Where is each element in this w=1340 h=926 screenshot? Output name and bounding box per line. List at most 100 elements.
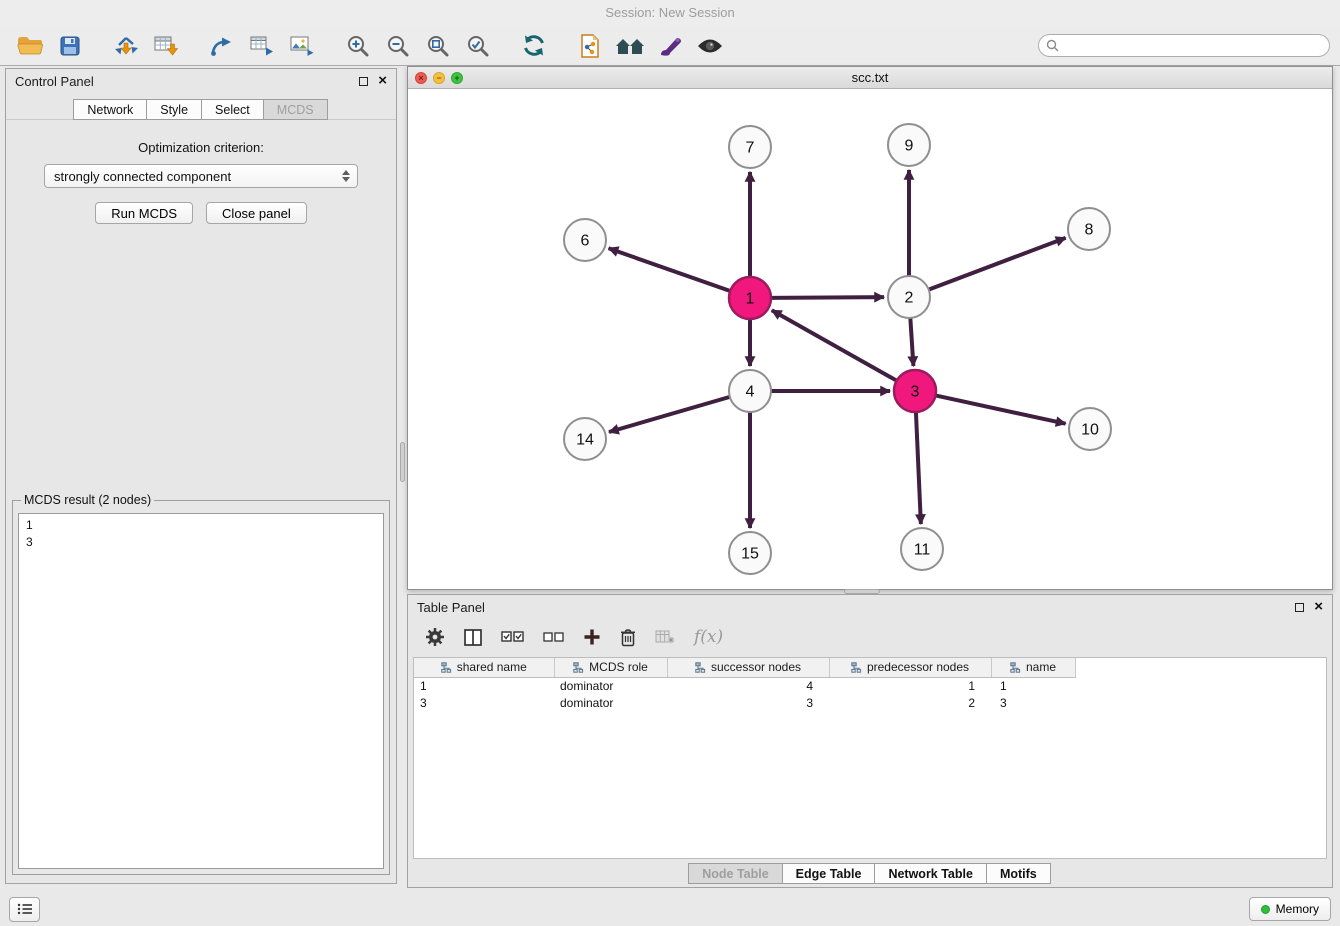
function-builder-button[interactable]: f(x) bbox=[694, 627, 723, 647]
column-header-mcds-role[interactable]: MCDS role bbox=[554, 658, 667, 677]
close-panel-icon[interactable]: × bbox=[378, 75, 387, 87]
network-document-button[interactable] bbox=[570, 29, 610, 63]
vertical-splitter-handle[interactable] bbox=[400, 442, 405, 482]
add-column-button[interactable] bbox=[583, 628, 601, 646]
table-cell[interactable]: 1 bbox=[991, 677, 1075, 694]
zoom-in-button[interactable] bbox=[338, 29, 378, 63]
edge-3-1[interactable] bbox=[772, 310, 897, 380]
column-header-predecessor-nodes[interactable]: predecessor nodes bbox=[829, 658, 991, 677]
memory-button[interactable]: Memory bbox=[1249, 897, 1331, 921]
table-row[interactable]: 1dominator411 bbox=[414, 677, 1075, 694]
table-cell[interactable]: dominator bbox=[554, 677, 667, 694]
refresh-view-button[interactable] bbox=[514, 29, 554, 63]
table-cell[interactable]: 3 bbox=[667, 694, 829, 711]
show-panels-button[interactable] bbox=[9, 897, 40, 922]
float-panel-icon[interactable] bbox=[359, 77, 368, 86]
edge-1-2[interactable] bbox=[771, 297, 884, 298]
window-close-icon[interactable]: × bbox=[415, 72, 427, 84]
edge-3-11[interactable] bbox=[916, 412, 921, 524]
delete-column-button[interactable] bbox=[620, 628, 636, 647]
network-view-window: scc.txt × − + 7968124314101511 bbox=[407, 66, 1333, 590]
import-network-button[interactable] bbox=[106, 29, 146, 63]
select-all-rows-button[interactable] bbox=[501, 630, 524, 645]
delete-table-button[interactable] bbox=[655, 629, 675, 645]
open-session-button[interactable] bbox=[10, 29, 50, 63]
style-brush-button[interactable] bbox=[650, 29, 690, 63]
run-mcds-button[interactable]: Run MCDS bbox=[95, 202, 193, 224]
table-settings-button[interactable] bbox=[425, 627, 445, 647]
export-table-button[interactable] bbox=[242, 29, 282, 63]
save-disk-icon bbox=[60, 36, 80, 56]
tab-node-table[interactable]: Node Table bbox=[688, 863, 782, 884]
table-cell[interactable]: dominator bbox=[554, 694, 667, 711]
delete-table-icon bbox=[655, 629, 675, 645]
node-11[interactable]: 11 bbox=[901, 528, 943, 570]
close-table-panel-icon[interactable]: × bbox=[1314, 601, 1323, 613]
tab-edge-table[interactable]: Edge Table bbox=[782, 863, 876, 884]
table-cell[interactable]: 1 bbox=[414, 677, 554, 694]
apply-layout-button[interactable] bbox=[610, 29, 650, 63]
tab-network[interactable]: Network bbox=[73, 99, 147, 120]
edge-2-8[interactable] bbox=[929, 238, 1066, 290]
edge-1-6[interactable] bbox=[609, 248, 731, 291]
node-10[interactable]: 10 bbox=[1069, 408, 1111, 450]
node-label: 2 bbox=[905, 290, 914, 307]
node-label: 6 bbox=[581, 233, 590, 250]
criterion-dropdown[interactable]: strongly connected component bbox=[44, 164, 358, 188]
search-input[interactable] bbox=[1064, 39, 1322, 53]
column-header-shared-name[interactable]: shared name bbox=[414, 658, 554, 677]
window-zoom-icon[interactable]: + bbox=[451, 72, 463, 84]
table-cell[interactable]: 3 bbox=[414, 694, 554, 711]
search-field[interactable] bbox=[1038, 34, 1330, 57]
table-row[interactable]: 3dominator323 bbox=[414, 694, 1075, 711]
network-graph[interactable]: 7 9 6 8 1 2 4 3 14 10 15 11 bbox=[408, 89, 1332, 589]
tab-motifs[interactable]: Motifs bbox=[986, 863, 1051, 884]
zoom-out-button[interactable] bbox=[378, 29, 418, 63]
window-minimize-icon[interactable]: − bbox=[433, 72, 445, 84]
node-14[interactable]: 14 bbox=[564, 418, 606, 460]
tab-mcds[interactable]: MCDS bbox=[263, 99, 328, 120]
column-header-name[interactable]: name bbox=[991, 658, 1075, 677]
table-panel-title: Table Panel bbox=[417, 600, 485, 615]
tab-style[interactable]: Style bbox=[146, 99, 202, 120]
node-1[interactable]: 1 bbox=[729, 277, 771, 319]
edge-3-10[interactable] bbox=[936, 395, 1066, 423]
result-line: 3 bbox=[26, 534, 376, 551]
list-icon bbox=[17, 903, 33, 915]
save-session-button[interactable] bbox=[50, 29, 90, 63]
node-3[interactable]: 3 bbox=[894, 370, 936, 412]
tab-select[interactable]: Select bbox=[201, 99, 264, 120]
table-header-row: shared name MCDS role successor nodes pr… bbox=[414, 658, 1075, 677]
node-15[interactable]: 15 bbox=[729, 532, 771, 574]
edge-4-14[interactable] bbox=[609, 397, 730, 432]
zoom-fit-button[interactable] bbox=[418, 29, 458, 63]
node-7[interactable]: 7 bbox=[729, 126, 771, 168]
node-9[interactable]: 9 bbox=[888, 124, 930, 166]
column-header-successor-nodes[interactable]: successor nodes bbox=[667, 658, 829, 677]
node-4[interactable]: 4 bbox=[729, 370, 771, 412]
float-table-panel-icon[interactable] bbox=[1295, 603, 1304, 612]
edge-2-3[interactable] bbox=[910, 318, 913, 366]
zoom-selected-button[interactable] bbox=[458, 29, 498, 63]
column-visibility-button[interactable] bbox=[464, 629, 482, 646]
mcds-result-list[interactable]: 1 3 bbox=[18, 513, 384, 869]
horizontal-splitter-handle[interactable] bbox=[844, 589, 880, 594]
deselect-all-icon bbox=[543, 631, 564, 644]
network-canvas[interactable]: 7 9 6 8 1 2 4 3 14 10 15 11 bbox=[408, 89, 1332, 589]
node-2[interactable]: 2 bbox=[888, 276, 930, 318]
deselect-all-rows-button[interactable] bbox=[543, 631, 564, 644]
node-6[interactable]: 6 bbox=[564, 219, 606, 261]
export-network-button[interactable] bbox=[202, 29, 242, 63]
tab-network-table[interactable]: Network Table bbox=[874, 863, 987, 884]
table-cell[interactable]: 3 bbox=[991, 694, 1075, 711]
import-table-button[interactable] bbox=[146, 29, 186, 63]
table-cell[interactable]: 2 bbox=[829, 694, 991, 711]
export-image-button[interactable] bbox=[282, 29, 322, 63]
table-cell[interactable]: 4 bbox=[667, 677, 829, 694]
table-tabs: Node Table Edge Table Network Table Moti… bbox=[408, 863, 1332, 884]
node-8[interactable]: 8 bbox=[1068, 208, 1110, 250]
node-label: 4 bbox=[746, 384, 755, 401]
table-cell[interactable]: 1 bbox=[829, 677, 991, 694]
close-panel-button[interactable]: Close panel bbox=[206, 202, 307, 224]
toggle-graphics-details-button[interactable] bbox=[690, 29, 730, 63]
